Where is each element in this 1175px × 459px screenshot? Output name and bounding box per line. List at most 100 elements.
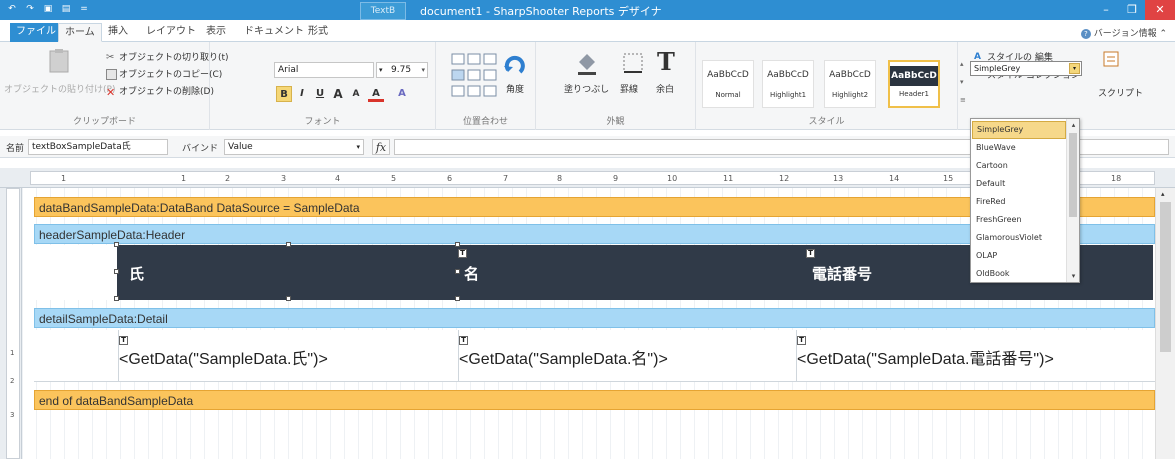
margin-button[interactable]: 余白 — [656, 82, 674, 95]
dropdown-scrollbar[interactable]: ▴ ▾ — [1066, 119, 1079, 282]
textbox-icon: T — [797, 336, 806, 345]
ruler-tick: 6 — [447, 174, 453, 183]
tab-document[interactable]: ドキュメント — [238, 23, 310, 42]
dropdown-scroll-thumb[interactable] — [1069, 133, 1077, 217]
ruler-tick: 2 — [225, 174, 231, 183]
font-size-select[interactable]: ▾ 9.75 ▾ — [376, 62, 428, 78]
clipboard-group-label: クリップボード — [72, 117, 136, 127]
style-collection-select[interactable]: SimpleGrey ▾ — [970, 61, 1082, 76]
dropdown-option-bluewave[interactable]: BlueWave — [972, 139, 1066, 157]
header-cell-given-name[interactable]: 名 — [464, 263, 479, 284]
script-button[interactable]: スクリプト — [1098, 86, 1143, 99]
fx-icon[interactable]: fx — [372, 139, 390, 155]
chevron-down-icon[interactable]: ▾ — [1067, 270, 1080, 282]
context-tab-textbox[interactable]: TextB — [360, 2, 406, 20]
style-header1[interactable]: AaBbCcD Header1 — [888, 60, 940, 108]
font-color-button[interactable]: A — [368, 86, 384, 102]
save-icon[interactable]: ▤ — [60, 3, 72, 15]
collapse-ribbon-icon[interactable]: ⌃ — [1159, 29, 1167, 39]
delete-button[interactable]: ✕ オブジェクトの削除(D) — [106, 84, 214, 99]
clipboard-group: オブジェクトの貼り付け(P) ✂ オブジェクトの切り取り(t) オブジェクトのコピ… — [0, 42, 229, 130]
rotate-angle-icon — [504, 55, 525, 74]
end-databand-title[interactable]: end of dataBandSampleData — [34, 390, 1155, 410]
align-grid-icon — [451, 53, 497, 97]
detail-cell-given-name[interactable]: <GetData("SampleData.名")> — [459, 345, 668, 369]
detail-band-title[interactable]: detailSampleData:Detail — [34, 308, 1155, 328]
style-name: Header1 — [899, 90, 929, 98]
font-name-select[interactable]: Arial — [274, 62, 374, 78]
header-cell-family-name[interactable]: 氏 — [129, 263, 144, 284]
tab-file[interactable]: ファイル — [10, 23, 62, 42]
style-sample: AaBbCcD — [890, 66, 938, 86]
ruler-tick: 13 — [833, 174, 844, 183]
resize-handle[interactable] — [114, 296, 119, 301]
ruler-tick: 7 — [503, 174, 509, 183]
header-cell-phone[interactable]: 電話番号 — [812, 263, 872, 284]
tab-home[interactable]: ホーム — [58, 23, 102, 42]
dropdown-option-oldbook[interactable]: OldBook — [972, 265, 1066, 283]
scroll-thumb[interactable] — [1160, 202, 1171, 352]
underline-button[interactable]: U — [312, 86, 328, 102]
style-normal[interactable]: AaBbCcD Normal — [702, 60, 754, 108]
version-info-label: バージョン情報 — [1093, 29, 1157, 39]
dropdown-option-default[interactable]: Default — [972, 175, 1066, 193]
dropdown-option-freshgreen[interactable]: FreshGreen — [972, 211, 1066, 229]
chevron-up-icon[interactable]: ▴ — [1067, 119, 1080, 131]
restore-button[interactable]: ❐ — [1119, 0, 1145, 20]
name-input[interactable]: textBoxSampleData氏 — [28, 139, 168, 155]
customize-qat-icon[interactable]: = — [78, 3, 90, 15]
detail-cell-phone[interactable]: <GetData("SampleData.電話番号")> — [797, 345, 1054, 369]
dropdown-option-cartoon[interactable]: Cartoon — [972, 157, 1066, 175]
italic-button[interactable]: I — [294, 86, 310, 102]
help-icon: ? — [1080, 29, 1091, 39]
angle-button[interactable]: 角度 — [506, 82, 524, 95]
detail-band[interactable]: T T T <GetData("SampleData.氏")> <GetData… — [34, 330, 1155, 382]
bind-select[interactable]: Value ▾ — [224, 139, 364, 155]
resize-handle[interactable] — [455, 242, 460, 247]
paste-button[interactable]: オブジェクトの貼り付け(P) — [4, 82, 115, 95]
chevron-down-icon[interactable]: ▾ — [1069, 63, 1080, 74]
close-button[interactable]: ✕ — [1145, 0, 1175, 20]
gallery-expand[interactable]: ≡ — [960, 96, 966, 104]
dropdown-option-glamorousviolet[interactable]: GlamorousViolet — [972, 229, 1066, 247]
detail-cell-family-name[interactable]: <GetData("SampleData.氏")> — [119, 345, 328, 369]
tab-view[interactable]: 表示 — [200, 23, 232, 42]
style-collection-dropdown[interactable]: SimpleGrey BlueWave Cartoon Default Fire… — [970, 118, 1080, 283]
resize-handle[interactable] — [114, 269, 119, 274]
preview-icon[interactable]: ▣ — [42, 3, 54, 15]
gallery-scroll-down[interactable]: ▾ — [960, 78, 964, 86]
ruler-tick: 15 — [943, 174, 954, 183]
scroll-up-arrow[interactable]: ▴ — [1161, 190, 1165, 198]
dropdown-option-olap[interactable]: OLAP — [972, 247, 1066, 265]
tab-insert[interactable]: 挿入 — [102, 23, 134, 42]
resize-handle[interactable] — [286, 296, 291, 301]
minimize-button[interactable]: – — [1093, 0, 1119, 20]
tab-format[interactable]: 形式 — [302, 23, 334, 42]
undo-icon[interactable]: ↶ — [6, 3, 18, 15]
gallery-scroll-up[interactable]: ▴ — [960, 60, 964, 68]
resize-handle[interactable] — [286, 242, 291, 247]
style-highlight2[interactable]: AaBbCcD Highlight2 — [824, 60, 876, 108]
style-highlight1[interactable]: AaBbCcD Highlight1 — [762, 60, 814, 108]
shrink-font-button[interactable]: A — [348, 86, 364, 102]
version-info-link[interactable]: ? バージョン情報 ⌃ — [1080, 26, 1167, 39]
dropdown-option-firered[interactable]: FireRed — [972, 193, 1066, 211]
border-icon — [623, 53, 643, 73]
bold-button[interactable]: B — [276, 86, 292, 102]
clear-format-button[interactable]: A — [394, 86, 410, 102]
tab-layout[interactable]: レイアウト — [140, 23, 202, 42]
fill-button[interactable]: 塗りつぶし — [564, 82, 609, 95]
vertical-scrollbar[interactable]: ▴ — [1155, 188, 1175, 459]
resize-handle[interactable] — [455, 296, 460, 301]
resize-handle[interactable] — [114, 242, 119, 247]
copy-button[interactable]: オブジェクトのコピー(C) — [106, 67, 222, 80]
styles-group: AaBbCcD Normal AaBbCcD Highlight1 AaBbCc… — [696, 42, 958, 130]
redo-icon[interactable]: ↷ — [24, 3, 36, 15]
grow-font-button[interactable]: A — [330, 86, 346, 102]
style-sample: AaBbCcD — [829, 70, 871, 80]
ruler-tick: 8 — [557, 174, 563, 183]
dropdown-option-simplegrey[interactable]: SimpleGrey — [972, 121, 1066, 139]
name-label: 名前 — [6, 144, 25, 154]
border-button[interactable]: 罫線 — [620, 82, 638, 95]
resize-handle[interactable] — [455, 269, 460, 274]
